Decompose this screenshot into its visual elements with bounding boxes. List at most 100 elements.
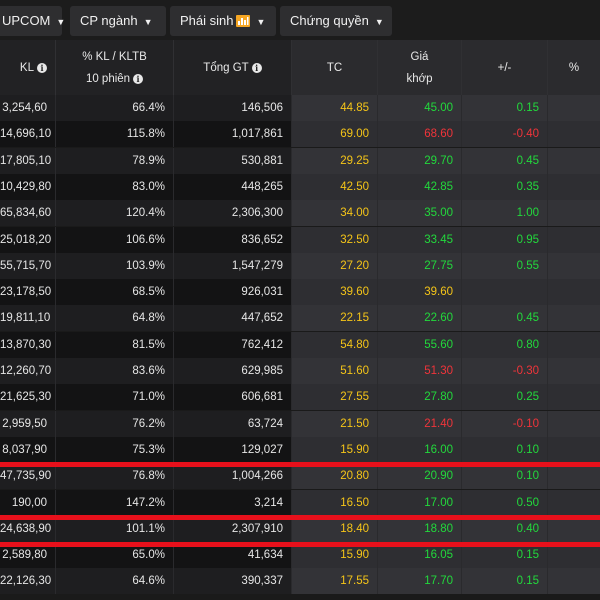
cell-pct-change: [548, 568, 600, 595]
cell-tong-gt: 1,004,266: [174, 463, 292, 490]
table-row[interactable]: 55,715,70 103.9% 1,547,279 27.20 27.75 0.55: [0, 252, 600, 279]
info-icon[interactable]: i: [37, 62, 47, 73]
cell-gia-khop: 68.60: [378, 121, 462, 148]
cell-kl: 22,126,30: [0, 568, 56, 595]
cell-kl: 8,037,90: [0, 436, 56, 463]
cell-change: [462, 279, 548, 306]
chevron-down-icon: ▼: [56, 17, 66, 27]
tab-phai-sinh[interactable]: Phái sinh ▼: [170, 6, 276, 36]
market-tab-bar: UPCOM ▼ CP ngành ▼ Phái sinh ▼ Chứng quyền ▼: [0, 0, 600, 40]
tab-cp-nganh-label: CP ngành: [80, 13, 138, 28]
cell-tong-gt: 3,214: [174, 489, 292, 516]
cell-kl: 13,870,30: [0, 331, 56, 358]
cell-pct-change: [548, 121, 600, 148]
table-row[interactable]: 190,00 147.2% 3,214 16.50 17.00 0.50: [0, 489, 600, 516]
tab-chung-quyen-label: Chứng quyền: [290, 13, 369, 28]
cell-kl: 19,811,10: [0, 305, 56, 332]
tab-upcom[interactable]: UPCOM ▼: [0, 6, 66, 36]
cell-pct-change: [548, 410, 600, 437]
info-icon[interactable]: i: [133, 73, 144, 84]
cell-tc: 15.90: [292, 436, 378, 463]
cell-tong-gt: 390,337: [174, 568, 292, 595]
cell-kl: 3,254,60: [0, 95, 56, 121]
table-row[interactable]: 2,959,50 76.2% 63,724 21.50 21.40 -0.10: [0, 410, 600, 437]
cell-tc: 27.55: [292, 384, 378, 411]
cell-tc: 32.50: [292, 226, 378, 253]
cell-kl: 2,959,50: [0, 410, 56, 437]
info-icon[interactable]: i: [251, 62, 262, 73]
cell-change: 0.15: [462, 568, 548, 595]
tab-cp-nganh[interactable]: CP ngành ▼: [70, 6, 166, 36]
cell-tc: 44.85: [292, 95, 378, 121]
cell-tong-gt: 1,547,279: [174, 252, 292, 279]
cell-change: 1.00: [462, 200, 548, 227]
table-row[interactable]: 47,735,90 76.8% 1,004,266 20.80 20.90 0.10: [0, 463, 600, 490]
cell-pct-change: [548, 252, 600, 279]
cell-tong-gt: 926,031: [174, 279, 292, 306]
cell-tc: 29.25: [292, 147, 378, 174]
header-pct-change[interactable]: %: [548, 40, 600, 95]
table-row[interactable]: 3,254,60 66.4% 146,506 44.85 45.00 0.15: [0, 95, 600, 121]
cell-tc: 27.20: [292, 252, 378, 279]
highlight-line: [0, 542, 600, 547]
cell-change: 0.15: [462, 95, 548, 121]
table-row[interactable]: 17,805,10 78.9% 530,881 29.25 29.70 0.45: [0, 147, 600, 174]
table-row[interactable]: 65,834,60 120.4% 2,306,300 34.00 35.00 1.00: [0, 200, 600, 227]
header-tc[interactable]: TC: [292, 40, 378, 95]
table-row[interactable]: 21,625,30 71.0% 606,681 27.55 27.80 0.25: [0, 384, 600, 411]
header-kl[interactable]: KL i: [0, 40, 56, 95]
cell-tc: 22.15: [292, 305, 378, 332]
cell-pct-change: [548, 331, 600, 358]
header-pct-kl-kltb[interactable]: % KL / KLTB 10 phiên i: [56, 40, 174, 95]
cell-gia-khop: 45.00: [378, 95, 462, 121]
header-change[interactable]: +/-: [462, 40, 548, 95]
cell-change: 0.95: [462, 226, 548, 253]
cell-gia-khop: 39.60: [378, 279, 462, 306]
table-header: KL i % KL / KLTB 10 phiên i Tổng GT i TC Gi…: [0, 40, 600, 95]
table-row[interactable]: 22,126,30 64.6% 390,337 17.55 17.70 0.15: [0, 568, 600, 595]
table-row[interactable]: 25,018,20 106.6% 836,652 32.50 33.45 0.95: [0, 226, 600, 253]
cell-pct-kltb: 83.0%: [56, 173, 174, 200]
cell-pct-kltb: 64.8%: [56, 305, 174, 332]
cell-tc: 16.50: [292, 489, 378, 516]
table-row[interactable]: 13,870,30 81.5% 762,412 54.80 55.60 0.80: [0, 331, 600, 358]
cell-tc: 69.00: [292, 121, 378, 148]
cell-gia-khop: 55.60: [378, 331, 462, 358]
cell-kl: 25,018,20: [0, 226, 56, 253]
header-pct-line2: 10 phiên: [85, 72, 131, 85]
header-kl-label: KL: [19, 61, 34, 74]
cell-gia-khop: 22.60: [378, 305, 462, 332]
cell-gia-khop: 27.75: [378, 252, 462, 279]
cell-pct-kltb: 76.2%: [56, 410, 174, 437]
header-pct-line1: % KL / KLTB: [82, 50, 147, 63]
cell-pct-change: [548, 200, 600, 227]
cell-kl: 12,260,70: [0, 358, 56, 384]
chevron-down-icon: ▼: [374, 17, 384, 27]
cell-pct-change: [548, 147, 600, 174]
header-tong-gt[interactable]: Tổng GT i: [174, 40, 292, 95]
table-row[interactable]: 23,178,50 68.5% 926,031 39.60 39.60: [0, 279, 600, 306]
table-row[interactable]: 14,696,10 115.8% 1,017,861 69.00 68.60 -0.40: [0, 121, 600, 148]
cell-pct-change: [548, 463, 600, 490]
tab-upcom-label: UPCOM: [2, 13, 51, 28]
cell-gia-khop: 17.00: [378, 489, 462, 516]
table-row[interactable]: 8,037,90 75.3% 129,027 15.90 16.00 0.10: [0, 436, 600, 463]
cell-change: 0.50: [462, 489, 548, 516]
cell-change: 0.10: [462, 436, 548, 463]
cell-tong-gt: 63,724: [174, 410, 292, 437]
cell-kl: 10,429,80: [0, 173, 56, 200]
table-row[interactable]: 10,429,80 83.0% 448,265 42.50 42.85 0.35: [0, 173, 600, 200]
header-gia-khop[interactable]: Giá khớp: [378, 40, 462, 95]
cell-pct-kltb: 68.5%: [56, 279, 174, 306]
highlight-line: [0, 515, 600, 520]
cell-pct-change: [548, 95, 600, 121]
cell-kl: 65,834,60: [0, 200, 56, 227]
table-row[interactable]: 19,811,10 64.8% 447,652 22.15 22.60 0.45: [0, 305, 600, 332]
tab-chung-quyen[interactable]: Chứng quyền ▼: [280, 6, 392, 36]
table-row[interactable]: 12,260,70 83.6% 629,985 51.60 51.30 -0.30: [0, 358, 600, 384]
cell-tong-gt: 146,506: [174, 95, 292, 121]
cell-kl: 190,00: [0, 489, 56, 516]
cell-gia-khop: 29.70: [378, 147, 462, 174]
cell-gia-khop: 33.45: [378, 226, 462, 253]
cell-tong-gt: 629,985: [174, 358, 292, 384]
